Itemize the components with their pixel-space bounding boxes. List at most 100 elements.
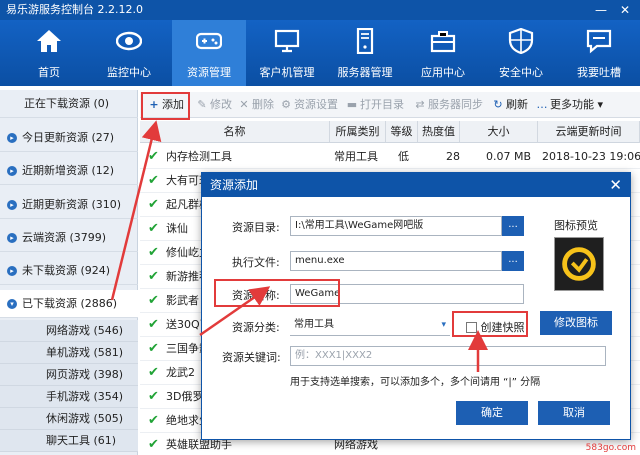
sidebar-sub-casual[interactable]: 休闲游戏 (505) bbox=[0, 408, 138, 430]
change-icon-button[interactable]: 修改图标 bbox=[540, 311, 612, 335]
dir-browse-button[interactable]: ... bbox=[502, 216, 524, 236]
sidebar-item-today[interactable]: ▸ 今日更新资源 (27) bbox=[0, 124, 138, 152]
cell-size: 0.07 MB bbox=[486, 150, 532, 163]
sidebar-item-label: 已下载资源 (2886) bbox=[22, 297, 118, 310]
column-header-size[interactable]: 大小 bbox=[460, 121, 538, 143]
sidebar-item-label: 近期更新资源 (310) bbox=[22, 198, 122, 211]
modify-button[interactable]: ✎ 修改 bbox=[196, 97, 232, 113]
nav-app[interactable]: 应用中心 bbox=[406, 20, 480, 86]
expand-icon: ▸ bbox=[7, 233, 17, 243]
sync-button[interactable]: ⇄ 服务器同步 bbox=[414, 97, 483, 113]
table-row[interactable]: ✔ 内存检测工具 常用工具 低 28 0.07 MB 2018-10-23 19… bbox=[140, 145, 640, 169]
nav-label: 我要吐槽 bbox=[577, 66, 621, 79]
check-icon: ✔ bbox=[148, 389, 159, 404]
dir-label: 资源目录: bbox=[232, 221, 280, 234]
gamepad-icon bbox=[196, 32, 222, 50]
add-highlight-box bbox=[141, 92, 190, 120]
column-header-time[interactable]: 云端更新时间 bbox=[538, 121, 640, 143]
ok-button[interactable]: 确定 bbox=[456, 401, 528, 425]
nav-resource[interactable]: 资源管理 bbox=[172, 20, 246, 86]
dir-input[interactable]: I:\常用工具\WeGame网吧版 bbox=[290, 216, 502, 236]
expand-icon: ▸ bbox=[7, 266, 17, 276]
open-dir-label: 打开目录 bbox=[360, 98, 404, 111]
sidebar-item-label: 近期新增资源 (12) bbox=[22, 164, 115, 177]
sidebar-sub-single[interactable]: 单机游戏 (581) bbox=[0, 342, 138, 364]
keyword-label: 资源关键词: bbox=[222, 351, 281, 364]
refresh-label: 刷新 bbox=[506, 98, 528, 111]
chevron-down-icon: ▾ bbox=[441, 320, 446, 330]
sidebar-item-cloud[interactable]: ▸ 云端资源 (3799) bbox=[0, 224, 138, 252]
wrench-icon: ⚙ bbox=[281, 98, 291, 111]
nav-monitor[interactable]: 监控中心 bbox=[92, 20, 166, 86]
sidebar-item-label: 正在下载资源 (0) bbox=[24, 97, 110, 110]
exe-browse-button[interactable]: ... bbox=[502, 251, 524, 271]
more-label: 更多功能 bbox=[550, 98, 594, 111]
sidebar-item-not-downloaded[interactable]: ▸ 未下载资源 (924) bbox=[0, 257, 138, 285]
check-icon: ✔ bbox=[148, 269, 159, 284]
column-header-name[interactable]: 名称 bbox=[140, 121, 330, 143]
nav-server[interactable]: 服务器管理 bbox=[328, 20, 402, 86]
refresh-button[interactable]: ↻ 刷新 bbox=[492, 97, 528, 113]
cancel-button[interactable]: 取消 bbox=[538, 401, 610, 425]
column-header-level[interactable]: 等级 bbox=[386, 121, 418, 143]
settings-button[interactable]: ⚙ 资源设置 bbox=[280, 97, 338, 113]
shield-icon bbox=[508, 28, 534, 54]
dialog-title: 资源添加 bbox=[210, 178, 259, 192]
app-title: 易乐游服务控制台 2.2.12.0 bbox=[6, 3, 143, 16]
icon-preview bbox=[554, 237, 604, 291]
sidebar-sub-online[interactable]: 网络游戏 (546) bbox=[0, 320, 138, 342]
keyword-hint: 用于支持选单搜索，可以添加多个，多个间请用 “|” 分隔 bbox=[290, 377, 541, 388]
check-icon: ✔ bbox=[148, 149, 159, 164]
delete-icon: ✕ bbox=[239, 98, 249, 111]
nav-label: 应用中心 bbox=[421, 66, 465, 79]
sidebar-item-recent-new[interactable]: ▸ 近期新增资源 (12) bbox=[0, 157, 138, 185]
check-icon: ✔ bbox=[148, 221, 159, 236]
sidebar-sub-label: 休闲游戏 (505) bbox=[46, 412, 124, 425]
check-icon: ✔ bbox=[148, 413, 159, 428]
nav-client[interactable]: 客户机管理 bbox=[250, 20, 324, 86]
nav-label: 资源管理 bbox=[187, 66, 231, 79]
category-select[interactable]: 常用工具 ▾ bbox=[290, 316, 450, 336]
more-button[interactable]: … 更多功能 ▾ bbox=[536, 97, 604, 113]
expand-icon: ▸ bbox=[7, 166, 17, 176]
sidebar-item-recent-updated[interactable]: ▸ 近期更新资源 (310) bbox=[0, 191, 138, 219]
close-icon[interactable]: ✕ bbox=[609, 173, 622, 197]
name-highlight-box bbox=[214, 279, 340, 307]
minimize-button[interactable]: — bbox=[592, 0, 610, 20]
cell-name: 影武者 bbox=[166, 294, 199, 307]
delete-button[interactable]: ✕ 删除 bbox=[238, 97, 274, 113]
sidebar-sub-label: 聊天工具 (61) bbox=[46, 434, 117, 447]
refresh-icon: ↻ bbox=[493, 98, 503, 111]
cell-category: 常用工具 bbox=[334, 150, 378, 163]
check-icon: ✔ bbox=[148, 293, 159, 308]
nav-feedback[interactable]: 我要吐槽 bbox=[562, 20, 636, 86]
sidebar-sub-mobile[interactable]: 手机游戏 (354) bbox=[0, 386, 138, 408]
open-dir-button[interactable]: ▬ 打开目录 bbox=[346, 97, 404, 113]
nav-label: 监控中心 bbox=[107, 66, 151, 79]
check-icon: ✔ bbox=[148, 437, 159, 452]
close-window-button[interactable]: ✕ bbox=[616, 0, 634, 20]
sidebar-item-downloading[interactable]: 正在下载资源 (0) bbox=[0, 90, 138, 118]
server-icon bbox=[356, 28, 374, 54]
shortcut-highlight-box bbox=[452, 311, 528, 337]
sidebar-item-label: 未下载资源 (924) bbox=[22, 264, 111, 277]
keyword-input[interactable]: 例：XXX1|XXX2 bbox=[290, 346, 606, 366]
sidebar-sub-chat[interactable]: 聊天工具 (61) bbox=[0, 430, 138, 452]
nav-security[interactable]: 安全中心 bbox=[484, 20, 558, 86]
resource-add-dialog: 资源添加 ✕ 资源目录: I:\常用工具\WeGame网吧版 ... 执行文件:… bbox=[201, 172, 631, 440]
sidebar-item-downloaded[interactable]: ▾ 已下载资源 (2886) bbox=[0, 290, 138, 318]
column-header-category[interactable]: 所属类别 bbox=[330, 121, 386, 143]
cell-name: 龙武2 bbox=[166, 366, 195, 379]
exe-input[interactable]: menu.exe bbox=[290, 251, 502, 271]
expand-icon: ▸ bbox=[7, 200, 17, 210]
column-header-heat[interactable]: 热度值 bbox=[418, 121, 460, 143]
expand-icon: ▸ bbox=[7, 133, 17, 143]
nav-label: 首页 bbox=[38, 66, 60, 79]
settings-label: 资源设置 bbox=[294, 98, 338, 111]
pencil-icon: ✎ bbox=[197, 98, 207, 111]
nav-home[interactable]: 首页 bbox=[12, 20, 86, 86]
exe-label: 执行文件: bbox=[232, 256, 280, 269]
sidebar-sub-web[interactable]: 网页游戏 (398) bbox=[0, 364, 138, 386]
icon-preview-label: 图标预览 bbox=[554, 219, 598, 232]
check-icon: ✔ bbox=[148, 197, 159, 212]
